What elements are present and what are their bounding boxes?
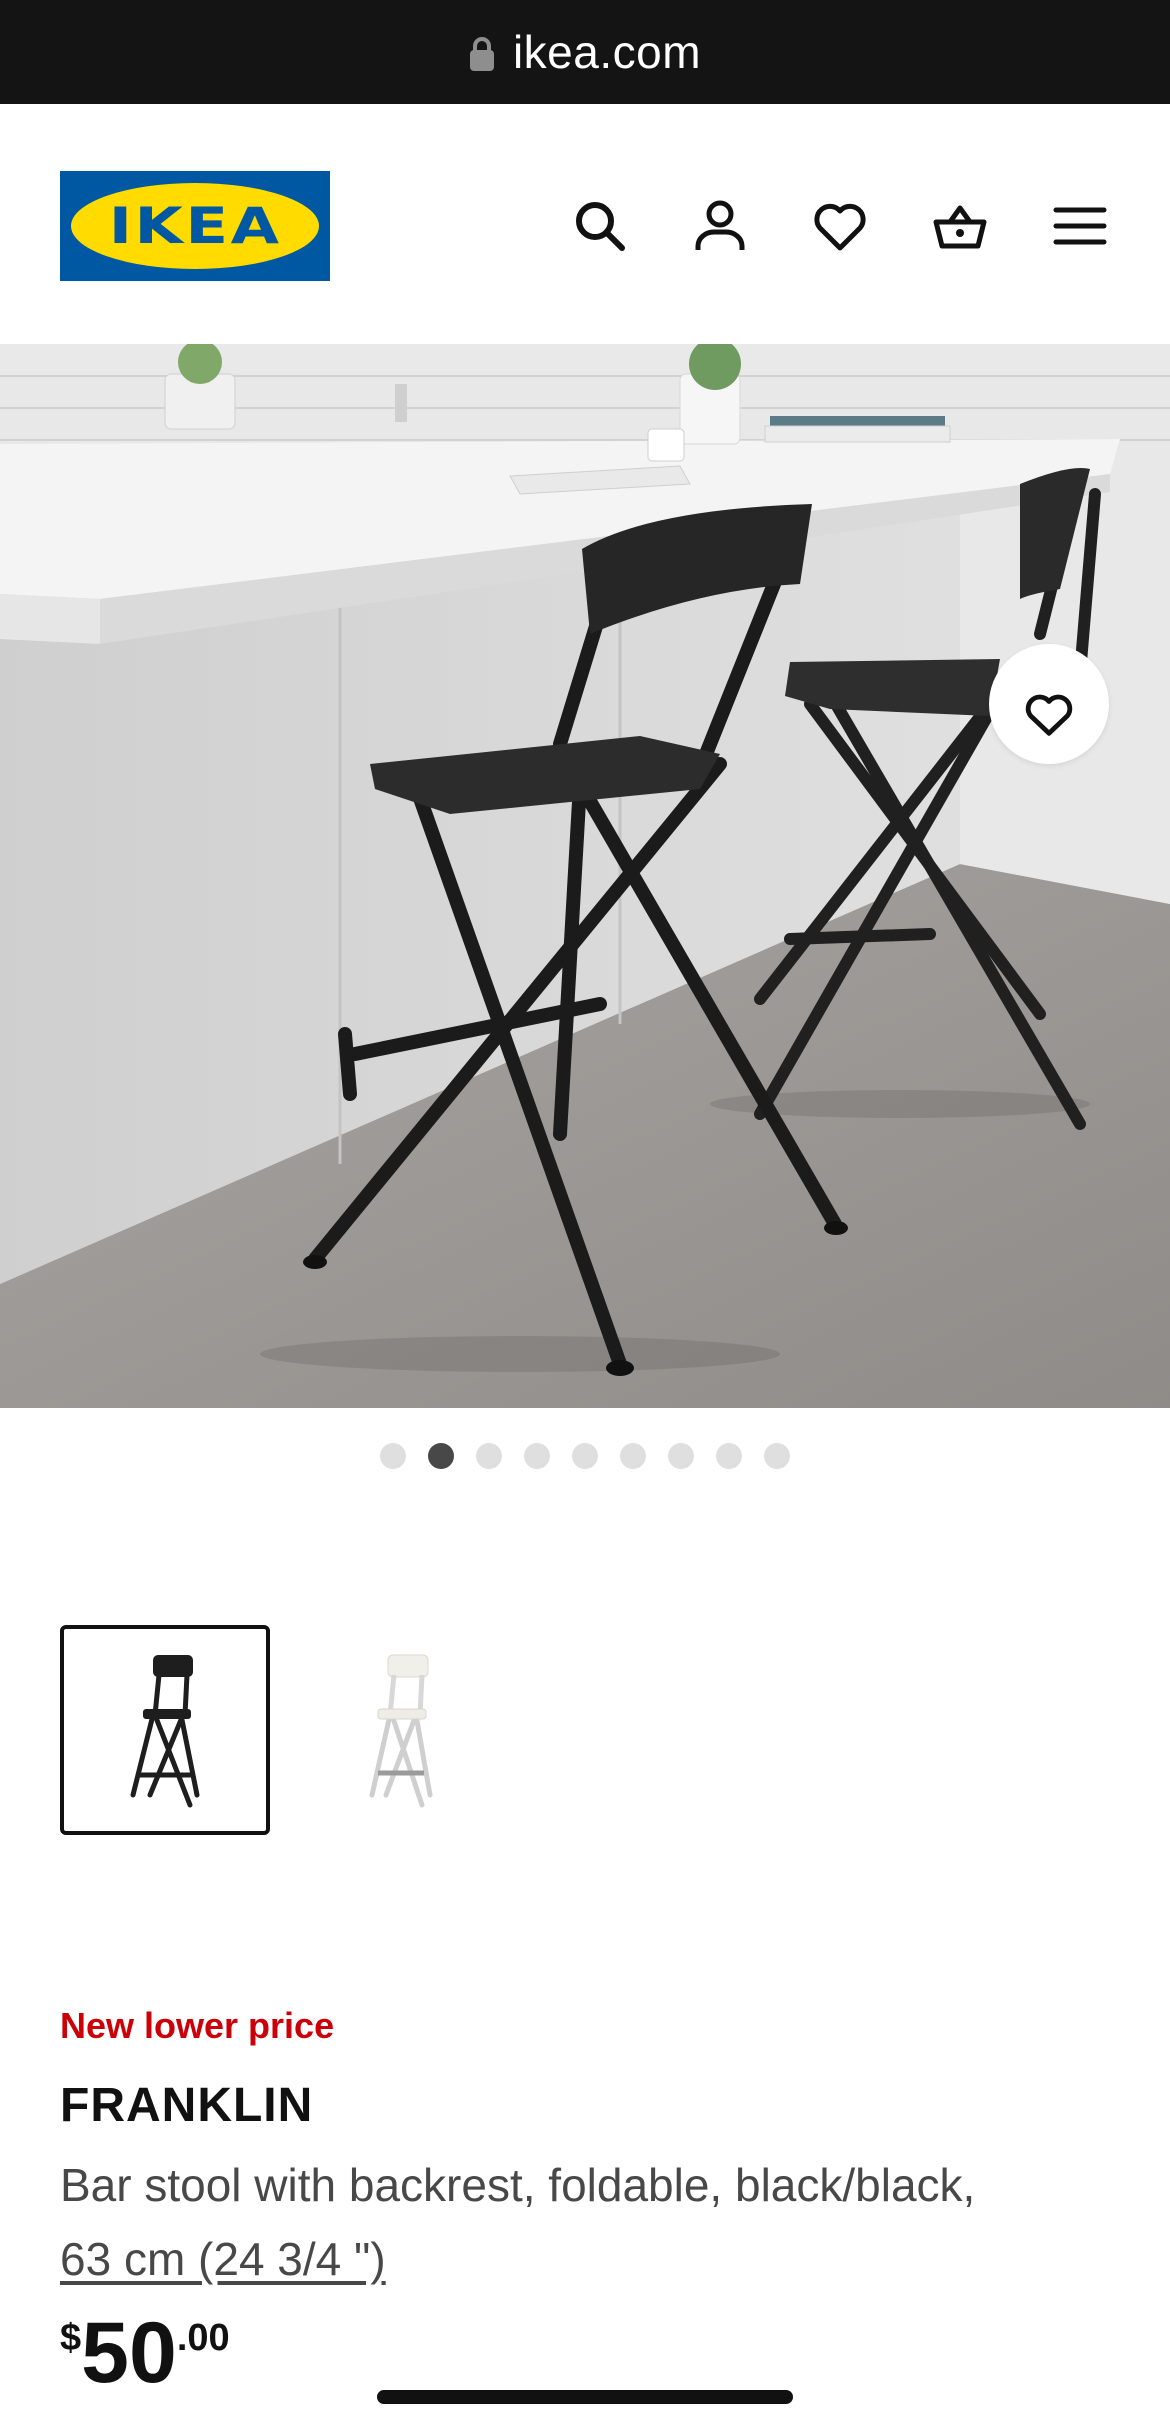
carousel-dot[interactable] — [524, 1443, 550, 1469]
ikea-logo[interactable]: IKEA — [60, 171, 330, 281]
product-price: $ 50 .00 — [60, 2305, 230, 2401]
browser-url-bar[interactable]: ikea.com — [0, 0, 1170, 104]
carousel-dot[interactable] — [716, 1443, 742, 1469]
url-text: ikea.com — [512, 26, 702, 78]
heart-icon — [1025, 694, 1073, 736]
variant-thumbnail-white[interactable] — [295, 1625, 505, 1835]
price-decimal: .00 — [176, 2317, 230, 2359]
lock-icon — [469, 37, 494, 71]
product-description-text: Bar stool with backrest, foldable, black… — [60, 2159, 976, 2211]
carousel-dot[interactable] — [428, 1443, 454, 1469]
product-name: FRANKLIN — [60, 2079, 314, 2132]
carousel-dot[interactable] — [620, 1443, 646, 1469]
carousel-dot[interactable] — [668, 1443, 694, 1469]
variant-thumbnail-black[interactable] — [60, 1625, 270, 1835]
product-size-link[interactable]: 63 cm (24 3/4 ") — [60, 2233, 386, 2285]
site-header: IKEA — [0, 104, 1170, 344]
heart-icon — [814, 203, 866, 251]
cart-icon — [933, 205, 987, 249]
search-button[interactable] — [568, 194, 632, 258]
menu-button[interactable] — [1048, 194, 1112, 258]
product-image[interactable] — [0, 344, 1170, 1408]
carousel-dot[interactable] — [476, 1443, 502, 1469]
account-button[interactable] — [688, 194, 752, 258]
white-stool-thumbnail — [369, 1654, 433, 1808]
product-photo — [0, 344, 1170, 1408]
favorites-button[interactable] — [808, 194, 872, 258]
search-icon — [576, 202, 625, 251]
home-indicator[interactable] — [377, 2390, 793, 2404]
save-to-list-button[interactable] — [989, 644, 1109, 764]
menu-icon — [1053, 207, 1107, 245]
logo-oval: IKEA — [71, 183, 319, 269]
carousel-pagination — [0, 1443, 1170, 1469]
price-currency: $ — [60, 2317, 82, 2359]
black-stool-thumbnail — [130, 1655, 200, 1808]
carousel-dot[interactable] — [380, 1443, 406, 1469]
account-icon — [695, 200, 745, 250]
cart-button[interactable] — [928, 194, 992, 258]
carousel-dot[interactable] — [572, 1443, 598, 1469]
product-description: Bar stool with backrest, foldable, black… — [60, 2148, 1120, 2296]
logo-text: IKEA — [108, 197, 282, 255]
promo-label: New lower price — [60, 2005, 335, 2046]
carousel-dot[interactable] — [764, 1443, 790, 1469]
price-integer: 50 — [81, 2305, 177, 2401]
